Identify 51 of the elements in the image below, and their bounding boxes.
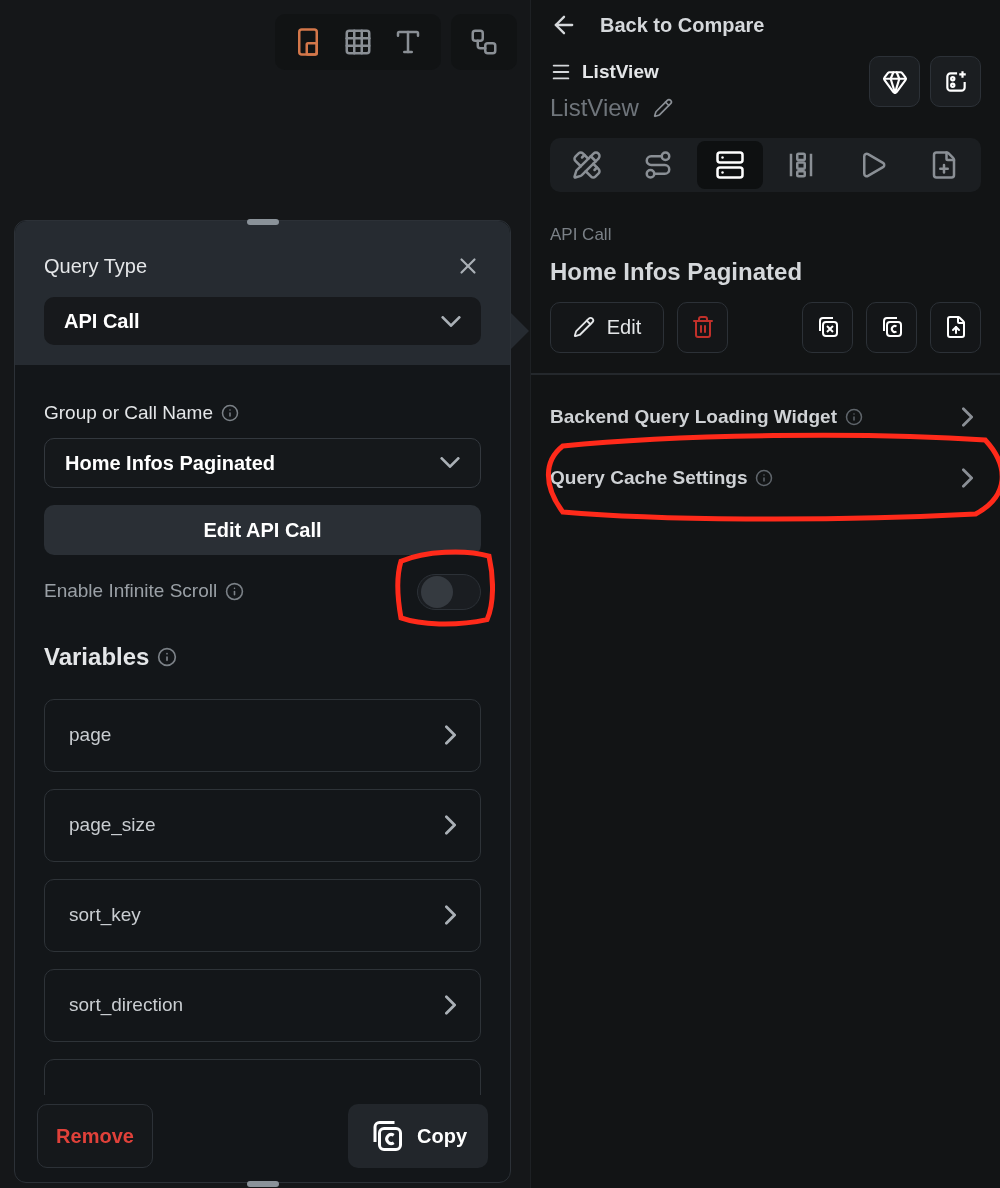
field-label: Group or Call Name [44,401,213,425]
chevron-right-icon [445,905,456,925]
info-icon [225,582,245,601]
drag-handle[interactable] [247,1181,279,1187]
toggle-label: Enable Infinite Scroll [44,579,218,604]
drag-handle[interactable] [247,219,279,225]
call-name-select[interactable]: Home Infos Paginated [44,437,481,488]
delete-button[interactable] [677,301,728,353]
server-icon [714,150,745,180]
gem-icon [881,68,908,95]
widget-type: ListView [582,59,659,84]
info-icon [157,646,178,667]
chevron-right-icon [445,725,456,745]
settings-section-row[interactable]: Backend Query Loading Widget [550,397,981,437]
chevron-down-icon [441,315,461,327]
panel-title: Query Type [44,254,148,279]
trash-icon [690,315,715,339]
section-title: Variables [44,641,150,672]
copy-action-button[interactable] [866,301,917,353]
edit-api-call-button[interactable]: Edit API Call [44,504,481,555]
chevron-right-icon [962,407,973,427]
back-link[interactable]: Back to Compare [600,10,765,40]
node-graph-icon[interactable] [469,27,499,57]
query-type-select[interactable]: API Call [44,297,481,345]
variable-row[interactable]: page_size [44,788,481,862]
chevron-right-icon [962,468,973,488]
action-name: Home Infos Paginated [550,256,804,287]
add-component-button[interactable] [930,56,981,107]
variable-row[interactable]: sort_key [44,878,481,952]
chevron-right-icon [445,995,456,1015]
variable-row[interactable]: sort_direction [44,968,481,1042]
edit-button[interactable]: Edit [550,301,664,353]
variable-row[interactable]: page [44,698,481,772]
grid-icon[interactable] [343,27,373,57]
gem-button[interactable] [869,56,920,107]
chevron-down-icon [440,457,460,468]
infinite-scroll-toggle[interactable] [417,573,481,610]
action-type: API Call [550,224,613,246]
widget-name: ListView [550,93,639,123]
panel-tab[interactable] [696,141,763,189]
chevron-right-icon [445,815,456,835]
copy-variable-button[interactable] [802,301,853,353]
pencil-icon [572,316,595,338]
info-icon [845,408,863,426]
pencil-ruler-icon [572,150,602,180]
remove-button[interactable]: Remove [37,1104,153,1168]
export-button[interactable] [930,301,981,353]
edit-name-icon[interactable] [652,98,673,118]
info-icon [755,469,774,487]
copy-button[interactable]: Copy [348,1104,488,1168]
info-icon [220,404,239,423]
